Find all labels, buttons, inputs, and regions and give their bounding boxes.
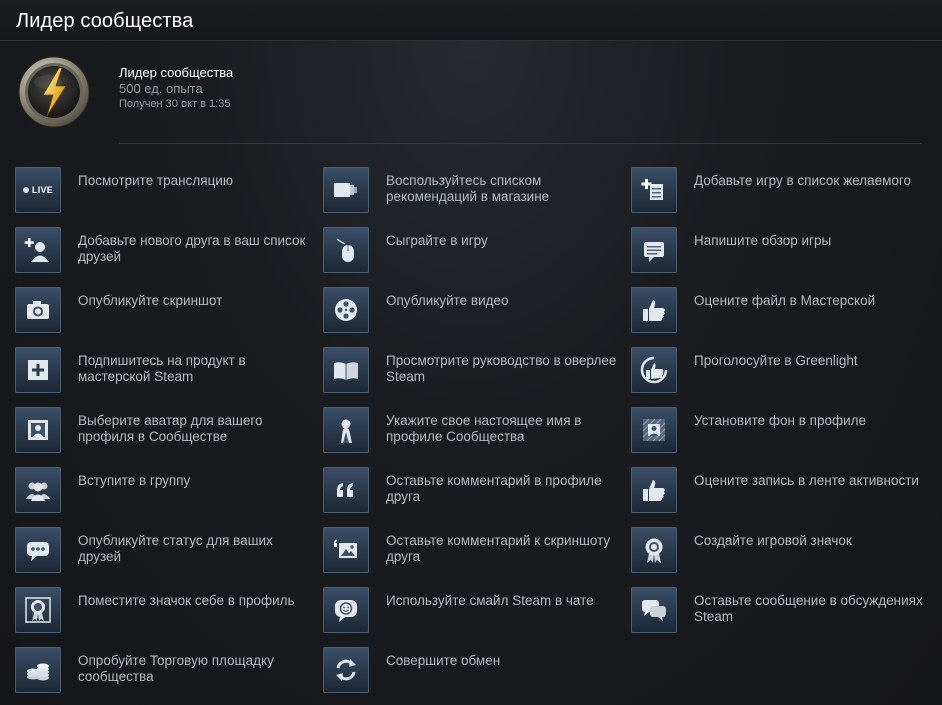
featured-badge-icon — [15, 587, 61, 633]
badge-task-list: LIVE Посмотрите трансляцию Воспользуйтес… — [0, 0, 942, 705]
live-broadcast-icon: LIVE — [15, 167, 61, 213]
task-item: Воспользуйтесь списком рекомендаций в ма… — [323, 167, 623, 217]
task-item: Оцените файл в Мастерской — [631, 287, 931, 337]
task-item: Создайте игровой значок — [631, 527, 931, 577]
camera-icon — [15, 287, 61, 333]
film-reel-icon — [323, 287, 369, 333]
market-coins-icon — [15, 647, 61, 693]
task-item: Подпишитесь на продукт в мастерской Stea… — [15, 347, 315, 397]
task-label: Просмотрите руководство в оверлее Steam — [386, 353, 617, 384]
task-label: Добавьте игру в список желаемого — [694, 173, 911, 188]
task-item: Добавьте игру в список желаемого — [631, 167, 931, 217]
thumbs-up-icon — [631, 467, 677, 513]
task-item: Опубликуйте скриншот — [15, 287, 315, 337]
quote-icon — [323, 467, 369, 513]
task-item: Используйте смайл Steam в чате — [323, 587, 623, 637]
task-label: Воспользуйтесь списком рекомендаций в ма… — [386, 173, 550, 204]
task-label: Сыграйте в игру — [386, 233, 488, 248]
task-item: Оставьте комментарий в профиле друга — [323, 467, 623, 517]
task-label: Опробуйте Торговую площадку сообщества — [78, 653, 274, 684]
task-label: Совершите обмен — [386, 653, 501, 668]
task-item: Опубликуйте видео — [323, 287, 623, 337]
discussion-icon — [631, 587, 677, 633]
task-item: Оцените запись в ленте активности — [631, 467, 931, 517]
review-icon — [631, 227, 677, 273]
task-item: Добавьте нового друга в ваш список друзе… — [15, 227, 315, 277]
avatar-frame-icon — [15, 407, 61, 453]
add-friend-icon — [15, 227, 61, 273]
task-item: Оставьте комментарий к скриншоту друга — [323, 527, 623, 577]
task-label: Опубликуйте скриншот — [78, 293, 223, 308]
thumbs-up-icon — [631, 287, 677, 333]
task-label: Оставьте комментарий к скриншоту друга — [386, 533, 611, 564]
task-item: Проголосуйте в Greenlight — [631, 347, 931, 397]
task-label: Оцените файл в Мастерской — [694, 293, 876, 308]
task-item: LIVE Посмотрите трансляцию — [15, 167, 315, 217]
task-label: Выберите аватар для вашего профиля в Соо… — [78, 413, 263, 444]
task-item: Поместите значок себе в профиль — [15, 587, 315, 637]
task-label: Подпишитесь на продукт в мастерской Stea… — [78, 353, 246, 384]
task-item: Опробуйте Торговую площадку сообщества — [15, 647, 315, 697]
task-label: Оцените запись в ленте активности — [694, 473, 919, 488]
status-bubble-icon — [15, 527, 61, 573]
wishlist-add-icon — [631, 167, 677, 213]
task-label: Установите фон в профиле — [694, 413, 867, 428]
group-icon — [15, 467, 61, 513]
profile-background-icon — [631, 407, 677, 453]
mouse-icon — [323, 227, 369, 273]
emoticon-icon — [323, 587, 369, 633]
task-item: Укажите свое настоящее имя в профиле Соо… — [323, 407, 623, 457]
task-label: Проголосуйте в Greenlight — [694, 353, 858, 368]
real-name-silhouette-icon — [323, 407, 369, 453]
open-book-icon — [323, 347, 369, 393]
task-label: Опубликуйте видео — [386, 293, 509, 308]
task-label: Используйте смайл Steam в чате — [386, 593, 594, 608]
trade-arrows-icon — [323, 647, 369, 693]
task-label: Укажите свое настоящее имя в профиле Соо… — [386, 413, 582, 444]
task-item: Сыграйте в игру — [323, 227, 623, 277]
task-label: Оставьте комментарий в профиле друга — [386, 473, 602, 504]
task-item: Напишите обзор игры — [631, 227, 931, 277]
subscribe-plus-icon — [15, 347, 61, 393]
task-label: Напишите обзор игры — [694, 233, 832, 248]
task-label: Опубликуйте статус для ваших друзей — [78, 533, 273, 564]
task-label: Поместите значок себе в профиль — [78, 593, 295, 608]
discovery-queue-icon — [323, 167, 369, 213]
task-label: Оставьте сообщение в обсуждениях Steam — [694, 593, 923, 624]
task-label: Вступите в группу — [78, 473, 191, 488]
task-item: Просмотрите руководство в оверлее Steam — [323, 347, 623, 397]
task-item: Установите фон в профиле — [631, 407, 931, 457]
craft-badge-icon — [631, 527, 677, 573]
task-item: Оставьте сообщение в обсуждениях Steam — [631, 587, 931, 637]
task-item: Совершите обмен — [323, 647, 623, 697]
task-label: Посмотрите трансляцию — [78, 173, 233, 188]
task-item: Выберите аватар для вашего профиля в Соо… — [15, 407, 315, 457]
task-item: Вступите в группу — [15, 467, 315, 517]
task-label: Добавьте нового друга в ваш список друзе… — [78, 233, 306, 264]
screenshot-comment-icon — [323, 527, 369, 573]
task-label: Создайте игровой значок — [694, 533, 852, 548]
live-label: LIVE — [31, 185, 54, 195]
greenlight-thumb-icon — [631, 347, 677, 393]
task-item: Опубликуйте статус для ваших друзей — [15, 527, 315, 577]
